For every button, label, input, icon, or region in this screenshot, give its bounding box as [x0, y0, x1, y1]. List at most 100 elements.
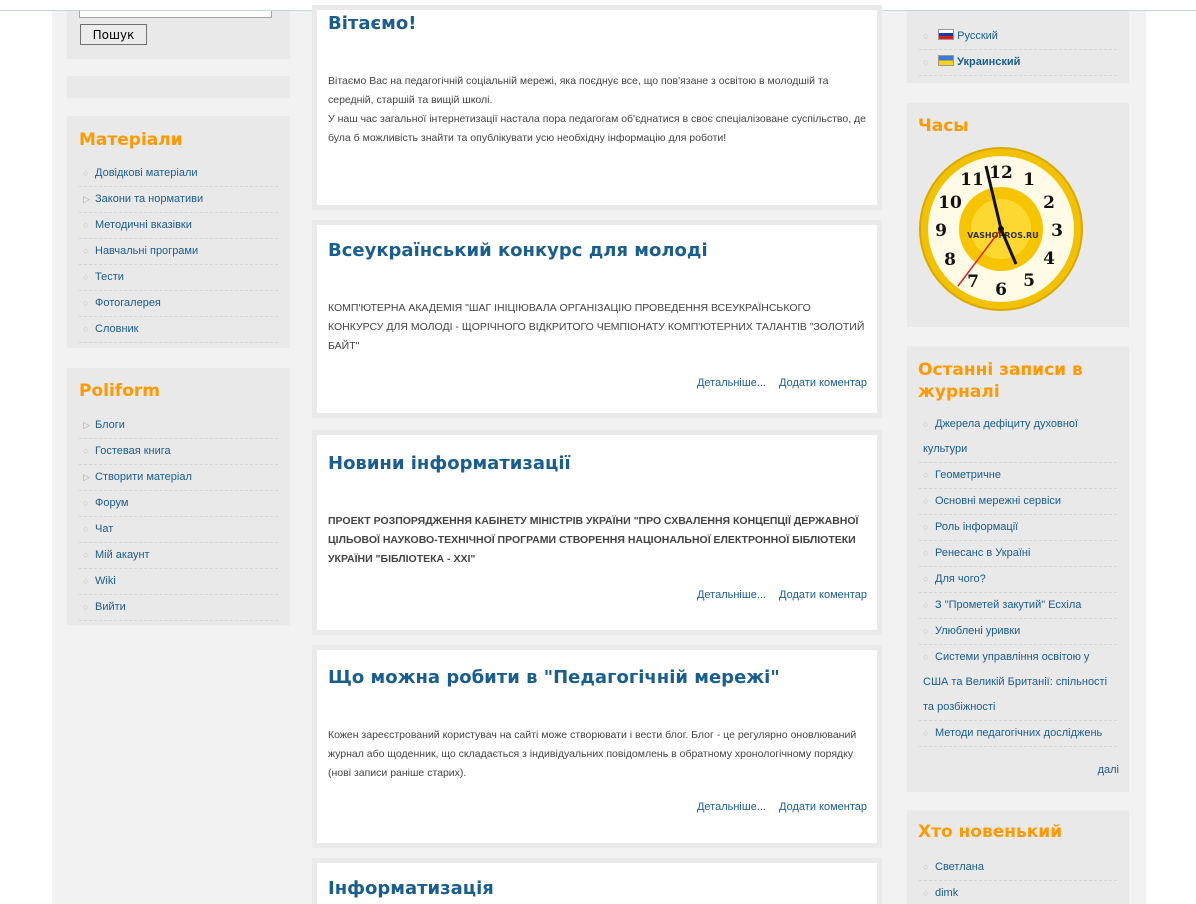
- menu-item[interactable]: ○ Мій акаунт: [79, 543, 278, 569]
- language-item-ru[interactable]: ○ Русский: [919, 24, 1117, 50]
- svg-text:7: 7: [967, 272, 979, 292]
- article-title[interactable]: Всеукраїнський конкурс для молоді: [328, 240, 708, 261]
- menu-item[interactable]: ○ Методи педагогічних досліджень: [919, 721, 1117, 747]
- menu-item-label: Форум: [95, 497, 129, 509]
- menu-item[interactable]: ○ Вийти: [79, 595, 278, 621]
- menu-item[interactable]: ○ Тести: [79, 265, 278, 291]
- article-card: Інформатизація: [312, 858, 882, 904]
- menu-item-label: Геометричне: [935, 469, 1001, 481]
- language-menu: ○ Русский ○ Украинский: [919, 24, 1117, 76]
- add-comment-link[interactable]: Додати коментар: [779, 801, 867, 813]
- right-margin: [1146, 11, 1196, 904]
- menu-item[interactable]: ▷ Створити матеріал: [79, 465, 278, 491]
- svg-text:1: 1: [1023, 170, 1035, 190]
- menu-item[interactable]: ○ Гостевая книга: [79, 439, 278, 465]
- menu-item[interactable]: ○ Фотогалерея: [79, 291, 278, 317]
- menu-item-label: Мій акаунт: [95, 549, 150, 561]
- circle-bullet-icon: ○: [83, 498, 89, 508]
- add-comment-link[interactable]: Додати коментар: [779, 377, 867, 389]
- add-comment-link[interactable]: Додати коментар: [779, 589, 867, 601]
- menu-item[interactable]: ○ Геометричне: [919, 463, 1117, 489]
- menu-item[interactable]: ○ dimk: [919, 881, 1117, 904]
- menu-item-label: Закони та нормативи: [95, 193, 204, 205]
- materials-title: Матеріали: [79, 130, 183, 150]
- menu-item[interactable]: ○ Основні мережні сервіси: [919, 489, 1117, 515]
- circle-bullet-icon: ○: [83, 550, 89, 560]
- search-button[interactable]: Пошук: [80, 24, 147, 45]
- circle-bullet-icon: ○: [83, 298, 89, 308]
- menu-item-label: Роль інформації: [935, 521, 1019, 533]
- menu-item[interactable]: ○ Навчальні програми: [79, 239, 278, 265]
- bullet-icon: ○: [923, 57, 929, 67]
- triangle-bullet-icon: ▷: [83, 472, 90, 482]
- article-links: Детальніше... Додати коментар: [687, 801, 867, 813]
- circle-bullet-icon: ○: [923, 728, 929, 738]
- menu-item[interactable]: ○ Улюблені уривки: [919, 619, 1117, 645]
- clock-icon: 12 1 2 3 4 5 6 7 8 9 10 11 VASHOPROS.RU: [919, 147, 1083, 311]
- menu-item-label: Светлана: [935, 861, 984, 873]
- article-body: ПРОЕКТ РОЗПОРЯДЖЕННЯ КАБІНЕТУ МІНІСТРІВ …: [328, 515, 859, 565]
- menu-item[interactable]: ○ Методичні вказівки: [79, 213, 278, 239]
- article-links: Детальніше... Додати коментар: [687, 589, 867, 601]
- article-body: КОМП'ЮТЕРНА АКАДЕМІЯ "ШАГ ІНІЦІЮВАЛА ОРГ…: [328, 302, 865, 352]
- language-item-ua[interactable]: ○ Украинский: [919, 50, 1117, 76]
- circle-bullet-icon: ○: [923, 652, 929, 662]
- newcomers-menu: ○ Светлана ○ dimk: [919, 855, 1117, 904]
- menu-item-label: Методичні вказівки: [95, 219, 192, 231]
- triangle-bullet-icon: ▷: [83, 194, 90, 204]
- menu-item-label: Вийти: [95, 601, 126, 613]
- svg-text:2: 2: [1043, 193, 1055, 213]
- menu-item[interactable]: ○ Джерела дефіциту духовної культури: [919, 412, 1117, 463]
- svg-text:6: 6: [995, 280, 1007, 300]
- menu-item-label: Гостевая книга: [95, 445, 171, 457]
- menu-item[interactable]: ○ Светлана: [919, 855, 1117, 881]
- svg-text:8: 8: [944, 250, 956, 270]
- article-title[interactable]: Новини інформатизації: [328, 453, 571, 474]
- language-label: Русский: [957, 30, 998, 42]
- menu-item-label: Джерела дефіциту духовної культури: [923, 418, 1079, 455]
- journal-more-link[interactable]: далі: [1098, 764, 1119, 776]
- menu-item-label: Для чого?: [935, 573, 986, 585]
- menu-item[interactable]: ○ З "Прометей закутий" Есхіла: [919, 593, 1117, 619]
- article-title[interactable]: Інформатизація: [328, 878, 494, 899]
- menu-item-label: Фотогалерея: [95, 297, 161, 309]
- journal-title: Останні записи в журналі: [918, 360, 1083, 402]
- poliform-box: Poliform ▷ Блоги ○ Гостевая книга ▷ Створити …: [67, 368, 290, 625]
- menu-item[interactable]: ▷ Закони та нормативи: [79, 187, 278, 213]
- menu-item[interactable]: ▷ Блоги: [79, 413, 278, 439]
- materials-menu: ○ Довідкові матеріали ▷ Закони та нормативи…: [79, 161, 278, 343]
- menu-item[interactable]: ○ Wiki: [79, 569, 278, 595]
- menu-item[interactable]: ○ Словник: [79, 317, 278, 343]
- svg-text:12: 12: [989, 163, 1013, 183]
- circle-bullet-icon: ○: [83, 576, 89, 586]
- circle-bullet-icon: ○: [923, 574, 929, 584]
- menu-item[interactable]: ○ Форум: [79, 491, 278, 517]
- menu-item[interactable]: ○ Для чого?: [919, 567, 1117, 593]
- menu-item[interactable]: ○ Довідкові матеріали: [79, 161, 278, 187]
- article-title[interactable]: Що можна робити в "Педагогічній мережі": [328, 667, 780, 688]
- circle-bullet-icon: ○: [923, 888, 929, 898]
- svg-text:5: 5: [1023, 271, 1035, 291]
- read-more-link[interactable]: Детальніше...: [697, 589, 766, 601]
- read-more-link[interactable]: Детальніше...: [697, 377, 766, 389]
- browser-viewport: Пошук Матеріали ○ Довідкові матеріали ▷ Зак…: [0, 0, 1196, 904]
- circle-bullet-icon: ○: [83, 324, 89, 334]
- menu-item[interactable]: ○ Чат: [79, 517, 278, 543]
- menu-item[interactable]: ○ Системи управління освітою у США та Вел…: [919, 645, 1117, 721]
- circle-bullet-icon: ○: [83, 602, 89, 612]
- materials-box: Матеріали ○ Довідкові матеріали ▷ Закони та…: [67, 116, 290, 348]
- svg-text:4: 4: [1043, 249, 1055, 269]
- read-more-link[interactable]: Детальніше...: [697, 801, 766, 813]
- menu-item[interactable]: ○ Ренесанс в Україні: [919, 541, 1117, 567]
- language-box: ○ Русский ○ Украинский: [907, 11, 1129, 83]
- circle-bullet-icon: ○: [83, 524, 89, 534]
- triangle-bullet-icon: ▷: [83, 420, 90, 430]
- menu-item-label: Блоги: [95, 419, 125, 431]
- svg-text:10: 10: [938, 193, 962, 213]
- circle-bullet-icon: ○: [923, 470, 929, 480]
- article-title[interactable]: Вітаємо!: [328, 13, 416, 34]
- search-input[interactable]: [79, 11, 272, 18]
- article-body: Кожен зареєстрований користувач на сайті…: [328, 729, 857, 779]
- menu-item[interactable]: ○ Роль інформації: [919, 515, 1117, 541]
- bullet-icon: ○: [923, 31, 929, 41]
